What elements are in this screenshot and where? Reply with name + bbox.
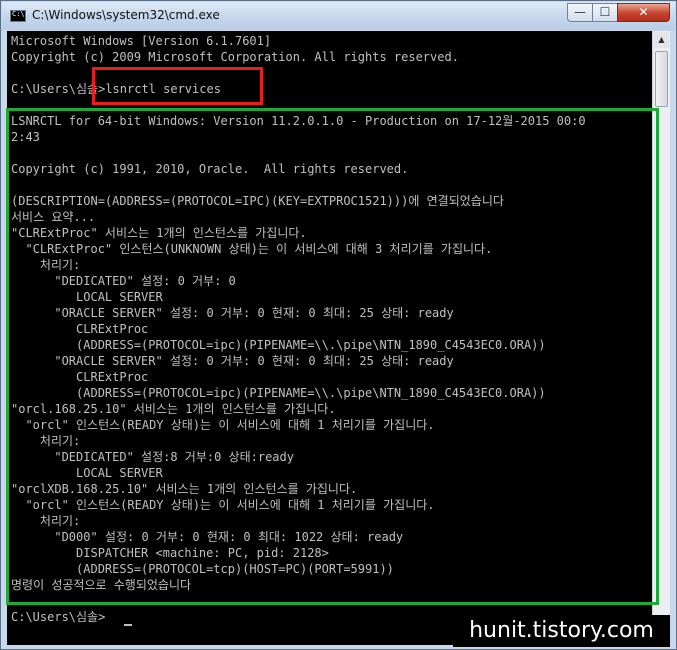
- close-button[interactable]: ✕: [617, 3, 670, 22]
- cmd-window: C:\Windows\system32\cmd.exe — ☐ ✕ Micros…: [0, 0, 677, 650]
- maximize-button[interactable]: ☐: [592, 3, 618, 22]
- cmd-icon[interactable]: [10, 10, 26, 22]
- title-bar[interactable]: C:\Windows\system32\cmd.exe — ☐ ✕: [2, 2, 675, 30]
- console-line: Microsoft Windows [Version 6.1.7601]: [11, 34, 272, 48]
- command-highlight-box: [92, 67, 263, 105]
- scroll-up-arrow-icon[interactable]: ▲: [654, 32, 669, 48]
- window-title: C:\Windows\system32\cmd.exe: [32, 8, 220, 22]
- watermark: hunit.tistory.com: [453, 615, 670, 647]
- text-cursor: [124, 624, 132, 626]
- output-highlight-box: [6, 108, 659, 605]
- console-line: C:\Users\심솔>: [11, 610, 106, 624]
- console-line: Copyright (c) 2009 Microsoft Corporation…: [11, 50, 459, 64]
- minimize-button[interactable]: —: [567, 3, 593, 22]
- scrollbar-thumb[interactable]: [655, 51, 668, 107]
